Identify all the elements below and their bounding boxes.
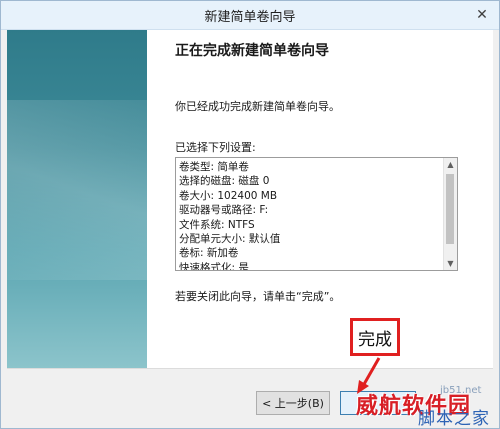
settings-item-drive-letter: 驱动器号或路径: F: — [179, 204, 269, 217]
wizard-window: 新建简单卷向导 ✕ 正在完成新建简单卷向导 你已经成功完成新建简单卷向导。 已选… — [0, 0, 500, 429]
finish-callout: 完成 — [350, 318, 400, 356]
close-hint-text: 若要关闭此向导，请单击“完成”。 — [175, 290, 341, 303]
settings-scrollbar[interactable]: ▲ ▼ — [443, 158, 457, 270]
watermark-site: 脚本之家 — [418, 409, 490, 429]
scroll-up-icon[interactable]: ▲ — [444, 158, 457, 171]
intro-text: 你已经成功完成新建简单卷向导。 — [175, 100, 340, 113]
scroll-down-icon[interactable]: ▼ — [444, 257, 457, 270]
settings-item-volume-size: 卷大小: 102400 MB — [179, 189, 278, 202]
scroll-thumb[interactable] — [446, 174, 454, 244]
settings-item-volume-type: 卷类型: 简单卷 — [179, 161, 249, 173]
settings-item-disk: 选择的磁盘: 磁盘 0 — [179, 175, 270, 188]
close-icon: ✕ — [476, 7, 488, 23]
close-button[interactable]: ✕ — [471, 5, 493, 25]
wizard-content: 正在完成新建简单卷向导 你已经成功完成新建简单卷向导。 已选择下列设置: 卷类型… — [147, 30, 493, 368]
page-title: 正在完成新建简单卷向导 — [175, 43, 329, 59]
title-bar: 新建简单卷向导 ✕ — [1, 1, 499, 30]
back-button[interactable]: < 上一步(B) — [256, 391, 330, 415]
settings-label: 已选择下列设置: — [175, 141, 256, 154]
settings-item-volume-label: 卷标: 新加卷 — [179, 247, 239, 260]
settings-list: 卷类型: 简单卷 选择的磁盘: 磁盘 0 卷大小: 102400 MB 驱动器号… — [179, 160, 443, 271]
settings-listbox[interactable]: 卷类型: 简单卷 选择的磁盘: 磁盘 0 卷大小: 102400 MB 驱动器号… — [175, 157, 458, 271]
settings-item-allocation-unit: 分配单元大小: 默认值 — [179, 233, 281, 246]
settings-item-file-system: 文件系统: NTFS — [179, 218, 255, 231]
settings-item-quick-format: 快速格式化: 是 — [179, 261, 249, 271]
banner-decoration — [7, 100, 147, 280]
window-title: 新建简单卷向导 — [204, 10, 296, 25]
wizard-side-banner — [7, 30, 147, 368]
